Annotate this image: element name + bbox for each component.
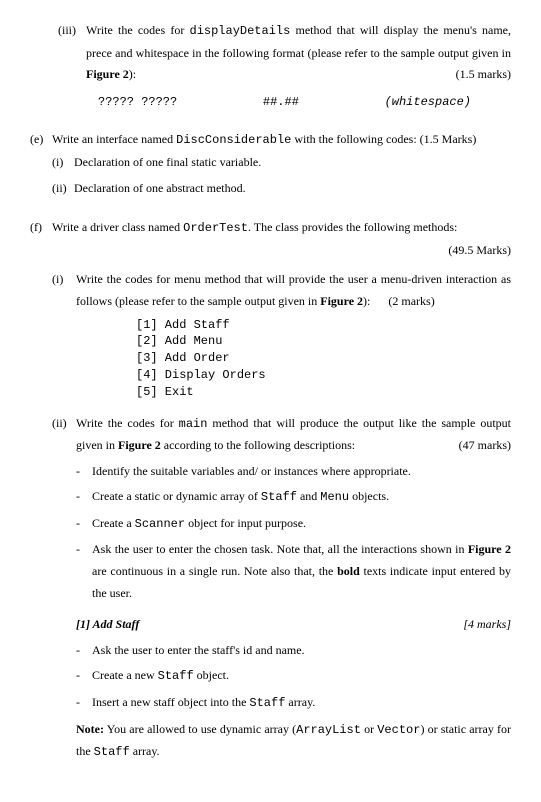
text: Create a Scanner object for input purpos…: [92, 513, 511, 536]
code-staff: Staff: [261, 490, 297, 504]
dash-marker: -: [76, 486, 92, 509]
menu-2: [2] Add Menu: [136, 333, 511, 350]
text: Create a new Staff object.: [92, 665, 511, 688]
code-menu: Menu: [320, 490, 349, 504]
code-vector: Vector: [377, 723, 420, 737]
dash-2: - Create a static or dynamic array of St…: [76, 486, 511, 509]
marker-iii: (iii): [58, 20, 86, 86]
f-ii-intro: Write the codes for main method that wil…: [76, 413, 511, 457]
figure-ref: Figure 2: [468, 542, 511, 556]
f-sub-i: (i) Write the codes for menu method that…: [52, 269, 511, 408]
text: with the following codes: (1.5 Marks): [291, 132, 476, 146]
add-staff-marks: [4 marks]: [463, 614, 511, 636]
item-f: (f) Write a driver class named OrderTest…: [30, 217, 511, 768]
code-ordertest: OrderTest: [183, 221, 248, 235]
item-iii: (iii) Write the codes for displayDetails…: [58, 20, 511, 86]
f-intro: Write a driver class named OrderTest. Th…: [52, 217, 511, 240]
marks-f-i: (2 marks): [388, 294, 434, 308]
dash-marker: -: [76, 539, 92, 604]
menu-3: [3] Add Order: [136, 350, 511, 367]
menu-1: [1] Add Staff: [136, 317, 511, 334]
bold-word: bold: [337, 564, 360, 578]
f-i-content: Write the codes for menu method that wil…: [76, 269, 511, 408]
dash-3: - Create a Scanner object for input purp…: [76, 513, 511, 536]
dash-marker: -: [76, 692, 92, 715]
f-ii-content: Write the codes for main method that wil…: [76, 413, 511, 764]
marks-f: (49.5 Marks): [52, 240, 511, 262]
e-sub-i: (i) Declaration of one final static vari…: [52, 152, 511, 174]
staff-note: Note: You are allowed to use dynamic arr…: [76, 719, 511, 764]
content-e: Write an interface named DiscConsiderabl…: [52, 129, 511, 203]
content-f: Write a driver class named OrderTest. Th…: [52, 217, 511, 768]
staff-dash-3: - Insert a new staff object into the Sta…: [76, 692, 511, 715]
f-sub-ii: (ii) Write the codes for main method tha…: [52, 413, 511, 764]
figure-ref: Figure 2: [118, 438, 161, 452]
marks-f-ii: (47 marks): [459, 435, 511, 457]
code-arraylist: ArrayList: [296, 723, 361, 737]
staff-dash-2: - Create a new Staff object.: [76, 665, 511, 688]
text: Ask the user to enter the staff's id and…: [92, 640, 511, 662]
text: ):: [129, 67, 136, 81]
text: Write the codes for: [86, 23, 190, 37]
dash-marker: -: [76, 461, 92, 483]
code-displaydetails: displayDetails: [190, 24, 291, 38]
text: Write an interface named: [52, 132, 176, 146]
marker-e-ii: (ii): [52, 178, 74, 200]
code-staff: Staff: [158, 669, 194, 683]
dash-4: - Ask the user to enter the chosen task.…: [76, 539, 511, 604]
figure-ref: Figure 2: [86, 67, 129, 81]
e-intro: Write an interface named DiscConsiderabl…: [52, 129, 511, 152]
staff-dash-1: - Ask the user to enter the staff's id a…: [76, 640, 511, 662]
code-staff: Staff: [249, 696, 285, 710]
menu-5: [5] Exit: [136, 384, 511, 401]
marker-e-i: (i): [52, 152, 74, 174]
text: Ask the user to enter the chosen task. N…: [92, 539, 511, 604]
text: ):: [363, 294, 370, 308]
text: Identify the suitable variables and/ or …: [92, 461, 511, 483]
code-staff: Staff: [94, 745, 130, 759]
marker-f: (f): [30, 217, 52, 768]
text: Create a static or dynamic array of Staf…: [92, 486, 511, 509]
figure-ref: Figure 2: [320, 294, 363, 308]
text: Write the codes for: [76, 416, 179, 430]
content-iii: Write the codes for displayDetails metho…: [86, 20, 511, 86]
marker-f-i: (i): [52, 269, 76, 408]
marker-e: (e): [30, 129, 52, 203]
format-col2: ##.##: [263, 92, 299, 114]
dash-marker: -: [76, 665, 92, 688]
menu-options: [1] Add Staff [2] Add Menu [3] Add Order…: [136, 317, 511, 401]
text: . The class provides the following metho…: [248, 220, 457, 234]
code-discconsiderable: DiscConsiderable: [176, 133, 291, 147]
code-main: main: [179, 417, 208, 431]
e-sub-ii: (ii) Declaration of one abstract method.: [52, 178, 511, 200]
note-label: Note:: [76, 722, 104, 736]
text: Write the codes for menu method that wil…: [76, 272, 511, 308]
text: Declaration of one abstract method.: [74, 178, 511, 200]
text: Write a driver class named: [52, 220, 183, 234]
dash-marker: -: [76, 513, 92, 536]
text: Declaration of one final static variable…: [74, 152, 511, 174]
text: according to the following descriptions:: [161, 438, 355, 452]
marker-f-ii: (ii): [52, 413, 76, 764]
dash-1: - Identify the suitable variables and/ o…: [76, 461, 511, 483]
marks-iii: (1.5 marks): [456, 64, 511, 86]
add-staff-title: [1] Add Staff: [76, 614, 139, 636]
menu-4: [4] Display Orders: [136, 367, 511, 384]
format-line: ????? ????? ##.## (whitespace): [58, 90, 511, 116]
format-col1: ????? ?????: [98, 92, 177, 114]
code-scanner: Scanner: [135, 517, 185, 531]
format-col3: (whitespace): [385, 92, 471, 114]
item-e: (e) Write an interface named DiscConside…: [30, 129, 511, 203]
add-staff-header: [1] Add Staff [4 marks]: [76, 614, 511, 636]
text: Insert a new staff object into the Staff…: [92, 692, 511, 715]
dash-marker: -: [76, 640, 92, 662]
